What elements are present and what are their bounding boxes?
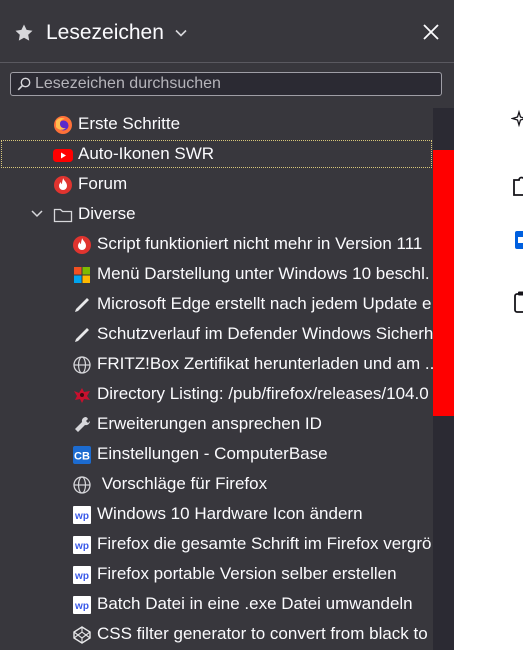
- header-divider: [0, 62, 454, 63]
- bookmark-item[interactable]: wp Firefox die gesamte Schrift im Firefo…: [0, 529, 433, 559]
- wrench-icon: [75, 416, 91, 432]
- close-icon[interactable]: [422, 23, 440, 41]
- bookmark-item[interactable]: Forum: [0, 169, 433, 199]
- bookmark-label: Script funktioniert nicht mehr in Versio…: [97, 234, 423, 253]
- svg-text:CB: CB: [74, 451, 90, 463]
- svg-text:wp: wp: [74, 571, 89, 582]
- bookmark-label: Vorschläge für Firefox: [97, 474, 268, 493]
- folder-label: Diverse: [78, 204, 136, 223]
- search-input[interactable]: [35, 74, 435, 94]
- svg-text:wp: wp: [74, 541, 89, 552]
- sparkle-icon[interactable]: [511, 108, 523, 132]
- page-content: [454, 0, 523, 650]
- svg-text:wp: wp: [74, 601, 89, 612]
- dragon-icon: [74, 388, 90, 403]
- chevron-down-icon[interactable]: [30, 209, 44, 219]
- windows-logo-icon: [74, 267, 90, 283]
- bookmark-item[interactable]: Erweiterungen ansprechen ID: [0, 409, 433, 439]
- blue-square-icon[interactable]: [514, 228, 523, 252]
- bookmark-item[interactable]: wp Windows 10 Hardware Icon ändern: [0, 499, 433, 529]
- firefox-icon: [54, 116, 72, 134]
- bookmark-item[interactable]: Script funktioniert nicht mehr in Versio…: [0, 229, 433, 259]
- svg-text:wp: wp: [74, 511, 89, 522]
- bookmark-item[interactable]: Auto-Ikonen SWR: [0, 139, 433, 169]
- bookmark-label: Erweiterungen ansprechen ID: [97, 414, 322, 433]
- bookmark-label: Schutzverlauf im Defender Windows Sicher…: [97, 324, 433, 343]
- wordpress-wp-icon: wp: [73, 596, 91, 614]
- bookmark-item[interactable]: wp Batch Datei in eine .exe Datei umwand…: [0, 589, 433, 619]
- bookmark-label: Microsoft Edge erstellt nach jedem Updat…: [97, 294, 432, 313]
- forum-flame-icon: [54, 176, 72, 194]
- wordpress-wp-icon: wp: [73, 536, 91, 554]
- bookmark-label: Directory Listing: /pub/firefox/releases…: [97, 384, 429, 403]
- search-field[interactable]: [10, 72, 442, 96]
- youtube-icon: [53, 149, 73, 162]
- bookmark-item[interactable]: CSS filter generator to convert from bla…: [0, 619, 433, 649]
- wordpress-wp-icon: wp: [73, 566, 91, 584]
- bookmark-item[interactable]: Erste Schritte: [0, 109, 433, 139]
- bookmark-label: Erste Schritte: [78, 114, 181, 133]
- forum-flame-icon: [73, 236, 91, 254]
- bookmarks-sidebar: Lesezeichen Erste Schritte: [0, 0, 454, 650]
- scrollbar-thumb[interactable]: [433, 150, 454, 416]
- bookmark-label: Windows 10 Hardware Icon ändern: [97, 504, 363, 523]
- bookmark-item[interactable]: CB Einstellungen - ComputerBase: [0, 439, 433, 469]
- pen-icon: [75, 328, 89, 342]
- clipboard-icon[interactable]: [512, 290, 523, 314]
- bookmark-item[interactable]: wp Firefox portable Version selber erste…: [0, 559, 433, 589]
- bookmark-label: Auto-Ikonen SWR: [78, 144, 215, 163]
- wordpress-wp-icon: wp: [73, 506, 91, 524]
- sidebar-title[interactable]: Lesezeichen: [46, 20, 164, 46]
- folder-icon: [53, 208, 73, 223]
- bookmark-label: Batch Datei in eine .exe Datei umwandeln: [97, 594, 413, 613]
- bookmark-item[interactable]: Schutzverlauf im Defender Windows Sicher…: [0, 319, 433, 349]
- bookmark-item[interactable]: FRITZ!Box Zertifikat herunterladen und a…: [0, 349, 433, 379]
- bookmark-label: FRITZ!Box Zertifikat herunterladen und a…: [97, 354, 433, 373]
- search-icon: [17, 77, 31, 91]
- globe-icon: [73, 356, 91, 374]
- codepen-icon: [73, 626, 91, 644]
- bookmark-item[interactable]: Directory Listing: /pub/firefox/releases…: [0, 379, 433, 409]
- bookmark-label: CSS filter generator to convert from bla…: [97, 624, 428, 643]
- bookmark-item[interactable]: Vorschläge für Firefox: [0, 469, 433, 499]
- bookmark-label: Menü Darstellung unter Windows 10 beschl…: [97, 264, 430, 283]
- scrollbar[interactable]: [433, 108, 454, 650]
- globe-icon: [73, 476, 91, 494]
- sidebar-header: Lesezeichen: [0, 0, 454, 64]
- pen-icon: [75, 298, 89, 312]
- bookmark-folder[interactable]: Diverse: [0, 199, 433, 229]
- computerbase-icon: CB: [73, 446, 91, 464]
- star-icon: [15, 24, 33, 41]
- bookmark-label: Firefox portable Version selber erstelle…: [97, 564, 397, 583]
- puzzle-icon[interactable]: [512, 173, 523, 197]
- bookmarks-tree: Erste Schritte Auto-Ikonen SWR Forum Div…: [0, 108, 433, 650]
- chevron-down-icon[interactable]: [175, 29, 187, 37]
- bookmark-label: Firefox die gesamte Schrift im Firefox v…: [97, 534, 432, 553]
- bookmark-item[interactable]: Menü Darstellung unter Windows 10 beschl…: [0, 259, 433, 289]
- bookmark-label: Forum: [78, 174, 128, 193]
- bookmark-label: Einstellungen - ComputerBase: [97, 444, 328, 463]
- bookmark-item[interactable]: Microsoft Edge erstellt nach jedem Updat…: [0, 289, 433, 319]
